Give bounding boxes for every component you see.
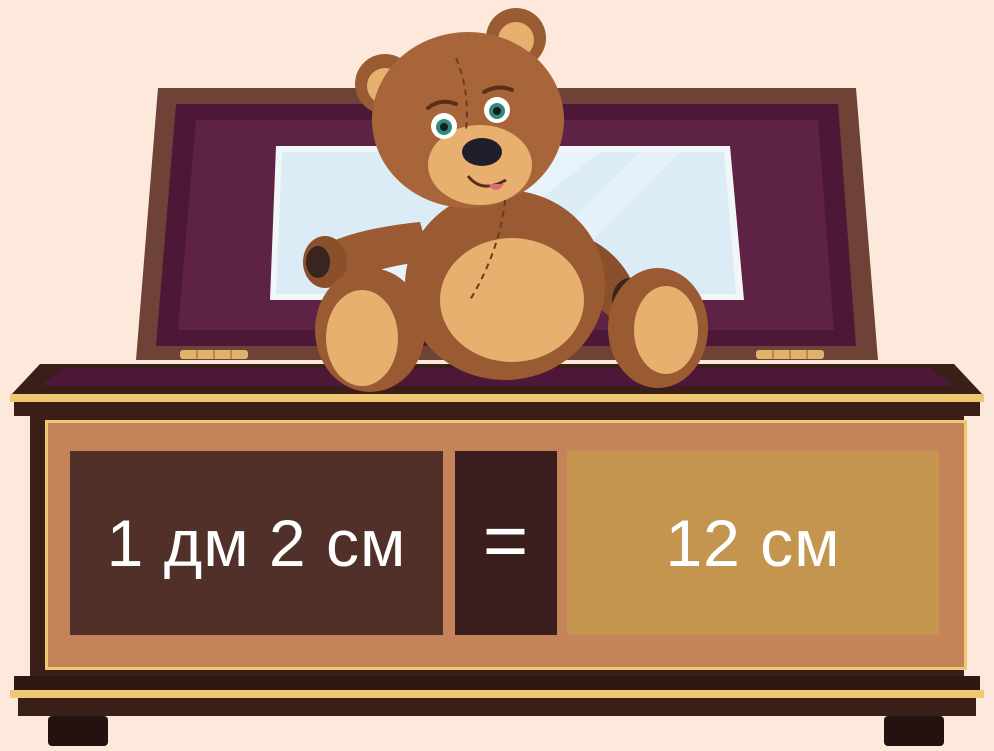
left-expression-card[interactable]: 1 дм 2 см bbox=[70, 451, 443, 635]
right-expression-text: 12 см bbox=[665, 506, 841, 580]
right-expression-card[interactable]: 12 см bbox=[567, 451, 939, 635]
equals-sign: = bbox=[482, 496, 530, 584]
game-stage: 1 дм 2 см = 12 см bbox=[0, 0, 994, 751]
operator-card[interactable]: = bbox=[455, 451, 557, 635]
left-expression-text: 1 дм 2 см bbox=[106, 506, 407, 580]
